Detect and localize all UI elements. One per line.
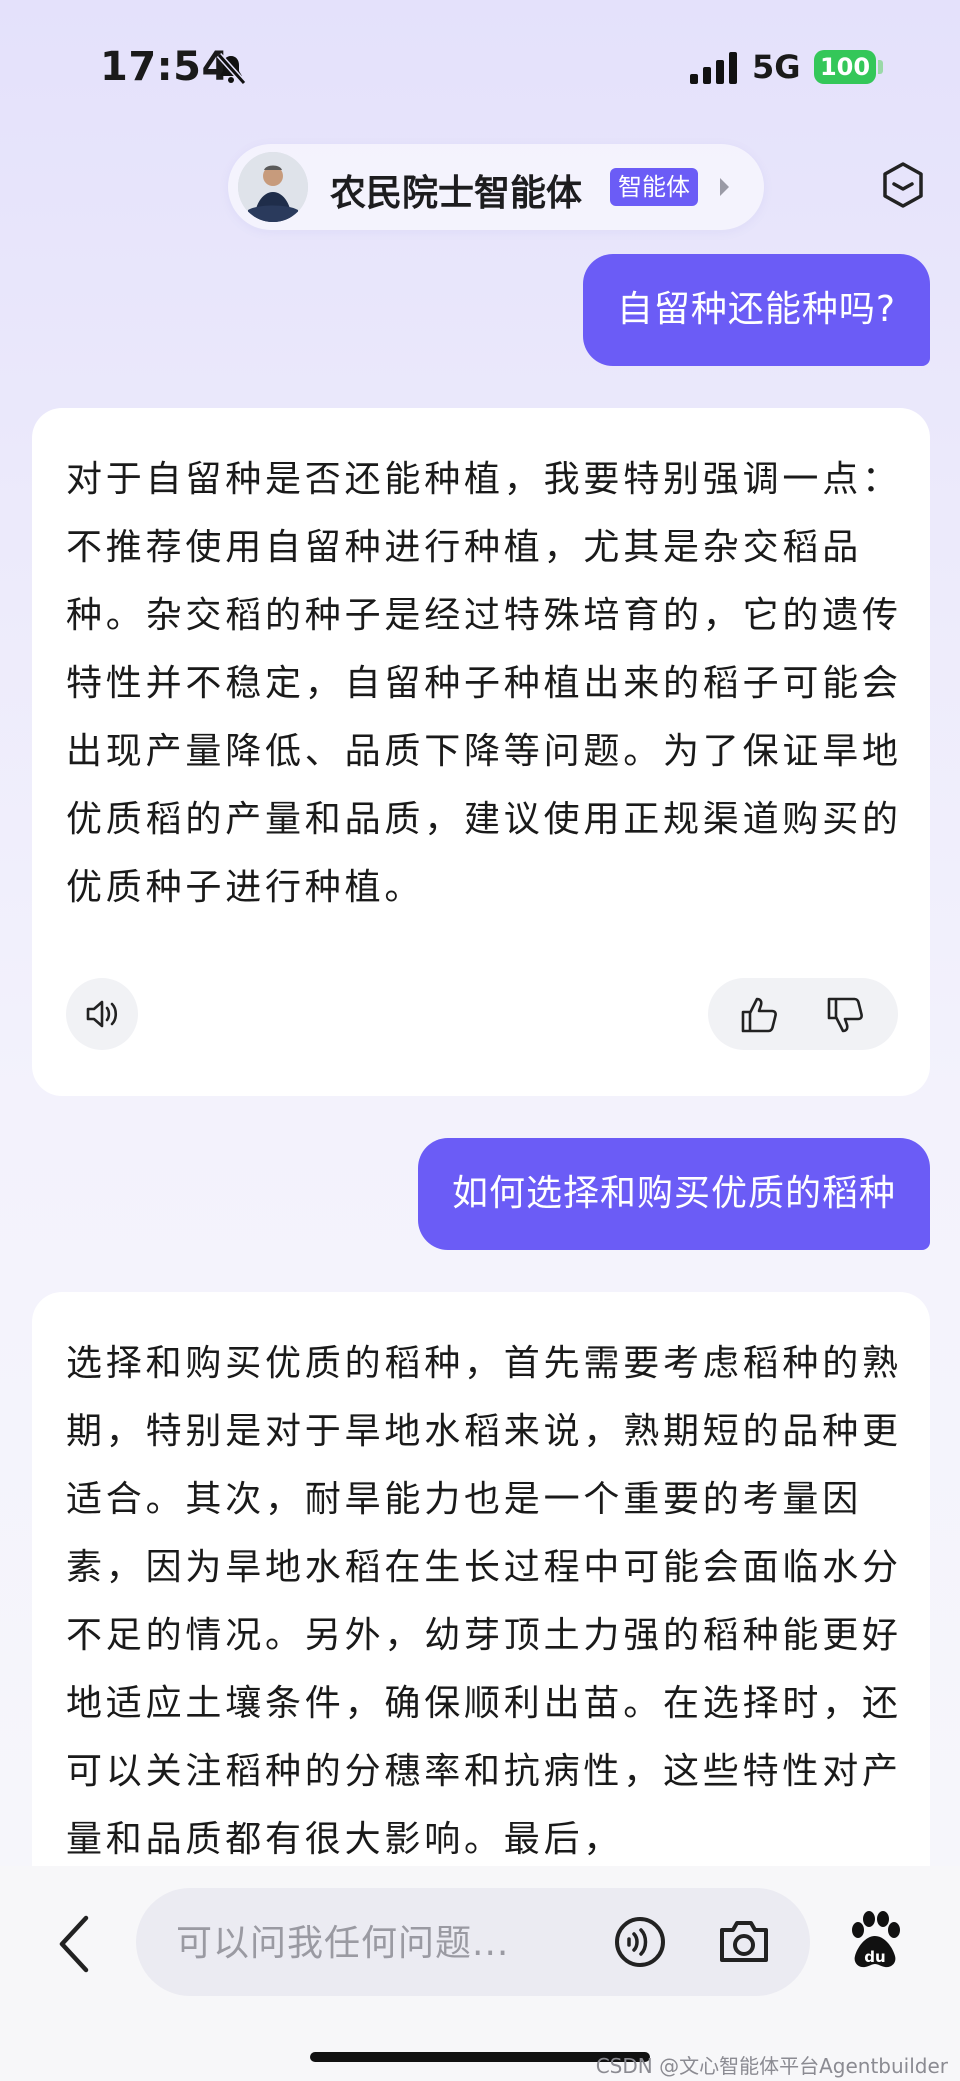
agent-header[interactable]: 农民院士智能体 智能体 [228,144,764,230]
agent-badge: 智能体 [610,168,698,206]
chevron-right-icon [720,178,729,196]
user-message-text: 如何选择和购买优质的稻种 [451,1173,896,1214]
network-type: 5G [752,48,801,86]
speaker-icon [86,1000,118,1028]
battery-level: 100 [814,50,876,84]
bot-message-text: 选择和购买优质的稻种，首先需要考虑稻种的熟期，特别是对于旱地水稻来说，熟期短的品… [66,1343,902,1860]
agent-avatar [238,152,308,222]
user-message: 自留种还能种吗? [582,254,930,366]
bot-message: 对于自留种是否还能种植，我要特别强调一点：不推荐使用自留种进行种植，尤其是杂交稻… [32,408,930,1096]
bot-message-text: 对于自留种是否还能种植，我要特别强调一点：不推荐使用自留种进行种植，尤其是杂交稻… [66,459,902,908]
status-time: 17:54 [100,44,230,90]
user-message: 如何选择和购买优质的稻种 [417,1138,930,1250]
bell-slash-icon [216,53,247,85]
voice-input-icon[interactable] [612,1914,668,1970]
back-arrow-icon[interactable] [54,1914,94,1974]
watermark: CSDN @文心智能体平台Agentbuilder [595,2054,948,2078]
thumbs-up-icon[interactable] [738,994,780,1036]
cube-icon[interactable] [880,160,926,210]
svg-text:du: du [864,1948,885,1966]
bottom-bar: du [0,1866,960,2081]
battery-cap [878,60,883,74]
agent-name: 农民院士智能体 [330,173,583,214]
camera-icon[interactable] [716,1916,772,1968]
thumbs-down-icon[interactable] [824,994,866,1036]
chat-input[interactable] [174,1912,608,1974]
baidu-paw-icon[interactable]: du [846,1910,904,1972]
chat-input-container[interactable] [136,1888,810,1996]
feedback-buttons [708,978,898,1050]
signal-icon [690,52,737,84]
user-message-text: 自留种还能种吗? [616,289,896,330]
bot-message: 选择和购买优质的稻种，首先需要考虑稻种的熟期，特别是对于旱地水稻来说，熟期短的品… [32,1292,930,1912]
status-bar: 17:54 5G 100 [0,0,960,120]
speaker-button[interactable] [66,978,138,1050]
